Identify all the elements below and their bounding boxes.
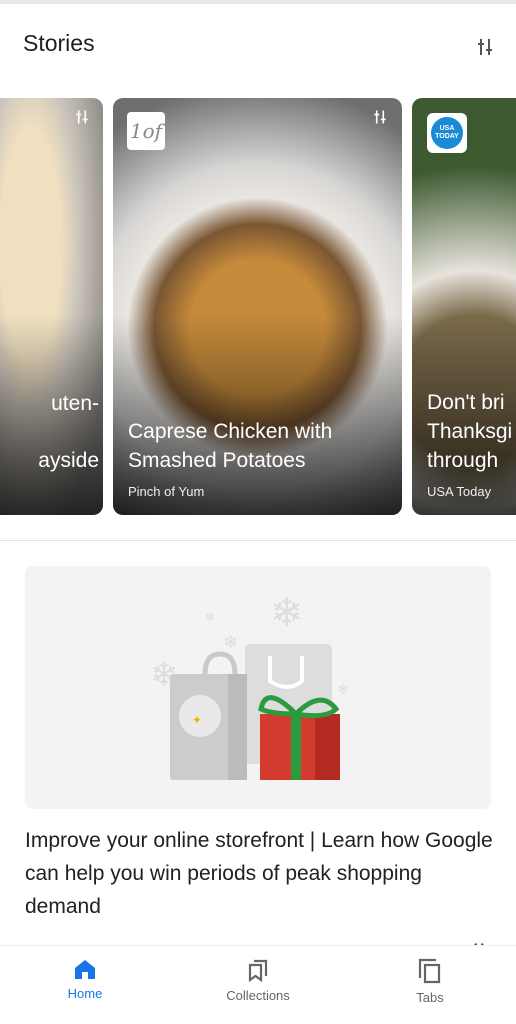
nav-label: Tabs	[416, 990, 444, 1005]
sort-icon[interactable]	[371, 108, 389, 126]
story-source: Pinch of Yum	[128, 484, 205, 499]
sort-icon[interactable]	[73, 108, 91, 126]
shopping-bags-illustration: ❄ ❄ ❄ ❄ ❄ ✦	[150, 591, 349, 780]
story-card[interactable]: uten-ayside	[0, 98, 103, 515]
story-title: Caprese Chicken with Smashed Potatoes	[128, 420, 333, 472]
story-source: USA Today	[427, 484, 492, 499]
top-divider	[0, 0, 516, 4]
nav-home[interactable]: Home	[25, 958, 145, 1001]
story-title: uten-ayside	[38, 392, 99, 472]
svg-text:❄: ❄	[205, 610, 215, 624]
svg-text:❄: ❄	[223, 632, 238, 652]
nav-collections[interactable]: Collections	[198, 958, 318, 1003]
home-icon	[75, 960, 95, 979]
collections-icon	[248, 959, 268, 982]
nav-label: Home	[67, 986, 103, 1001]
publisher-logo: 1of	[127, 112, 165, 150]
story-card[interactable]: 1of Caprese Chicken with Smashed Potatoes…	[113, 98, 402, 515]
publisher-logo: USA TODAY	[427, 113, 467, 153]
svg-text:❄: ❄	[270, 591, 304, 635]
promo-text[interactable]: Improve your online storefront | Learn h…	[25, 824, 495, 923]
svg-text:✦: ✦	[192, 713, 202, 727]
story-card[interactable]: USA TODAY Don't bri Thanksgi through USA T…	[412, 98, 516, 515]
sort-icon[interactable]	[474, 36, 496, 58]
nav-label: Collections	[226, 988, 290, 1003]
section-divider	[0, 540, 516, 541]
nav-tabs[interactable]: Tabs	[370, 958, 490, 1005]
bottom-nav: Home Collections Tabs	[0, 945, 516, 1024]
tabs-icon	[418, 958, 441, 984]
svg-text:❄: ❄	[337, 681, 349, 697]
story-title: Don't bri Thanksgi through	[427, 391, 513, 472]
stories-title: Stories	[23, 30, 95, 56]
promo-image[interactable]: ❄ ❄ ❄ ❄ ❄ ✦	[25, 566, 491, 809]
